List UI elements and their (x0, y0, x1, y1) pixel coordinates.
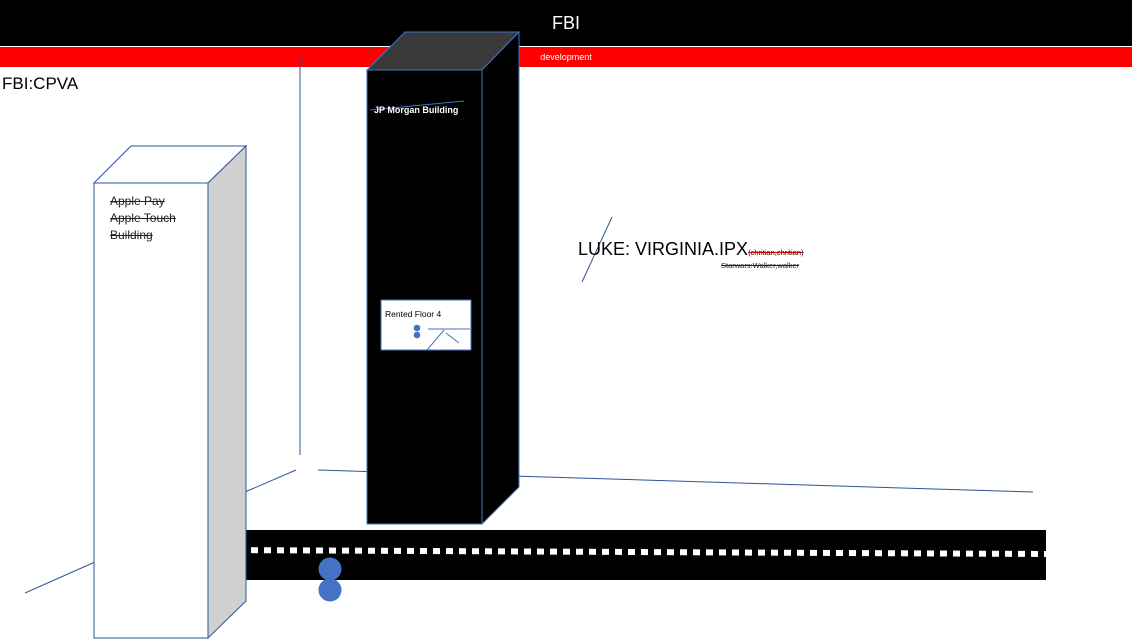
luke-label: LUKE: VIRGINIA.IPX(chritian,chritian) (578, 239, 804, 260)
person-head (318, 557, 342, 581)
apple-line-2: Apple Touch (110, 211, 176, 225)
apple-side (207, 144, 247, 640)
rented-floor-label: Rented Floor 4 (385, 309, 442, 319)
jp-morgan-label: JP Morgan Building (374, 105, 459, 115)
rented-floor-box (380, 299, 472, 351)
perspective-line-left (244, 469, 297, 493)
apple-line-3: Building (110, 228, 153, 242)
luke-sub: (chritian,chritian) (748, 248, 804, 257)
luke-main: LUKE: VIRGINIA.IPX (578, 239, 749, 259)
person-body (318, 578, 342, 602)
apple-front (93, 182, 209, 639)
apple-building-label: Apple Pay Apple Touch Building (110, 193, 176, 244)
floor-person-body (413, 331, 421, 339)
ground-line-left (24, 561, 96, 594)
jp-side (481, 30, 520, 526)
starwars-label: Starwars:Walker,walker (721, 261, 800, 270)
jp-front (366, 69, 483, 525)
floor-person-head (413, 324, 421, 332)
scene-diagram (24, 30, 1047, 640)
apple-line-1: Apple Pay (110, 194, 165, 208)
